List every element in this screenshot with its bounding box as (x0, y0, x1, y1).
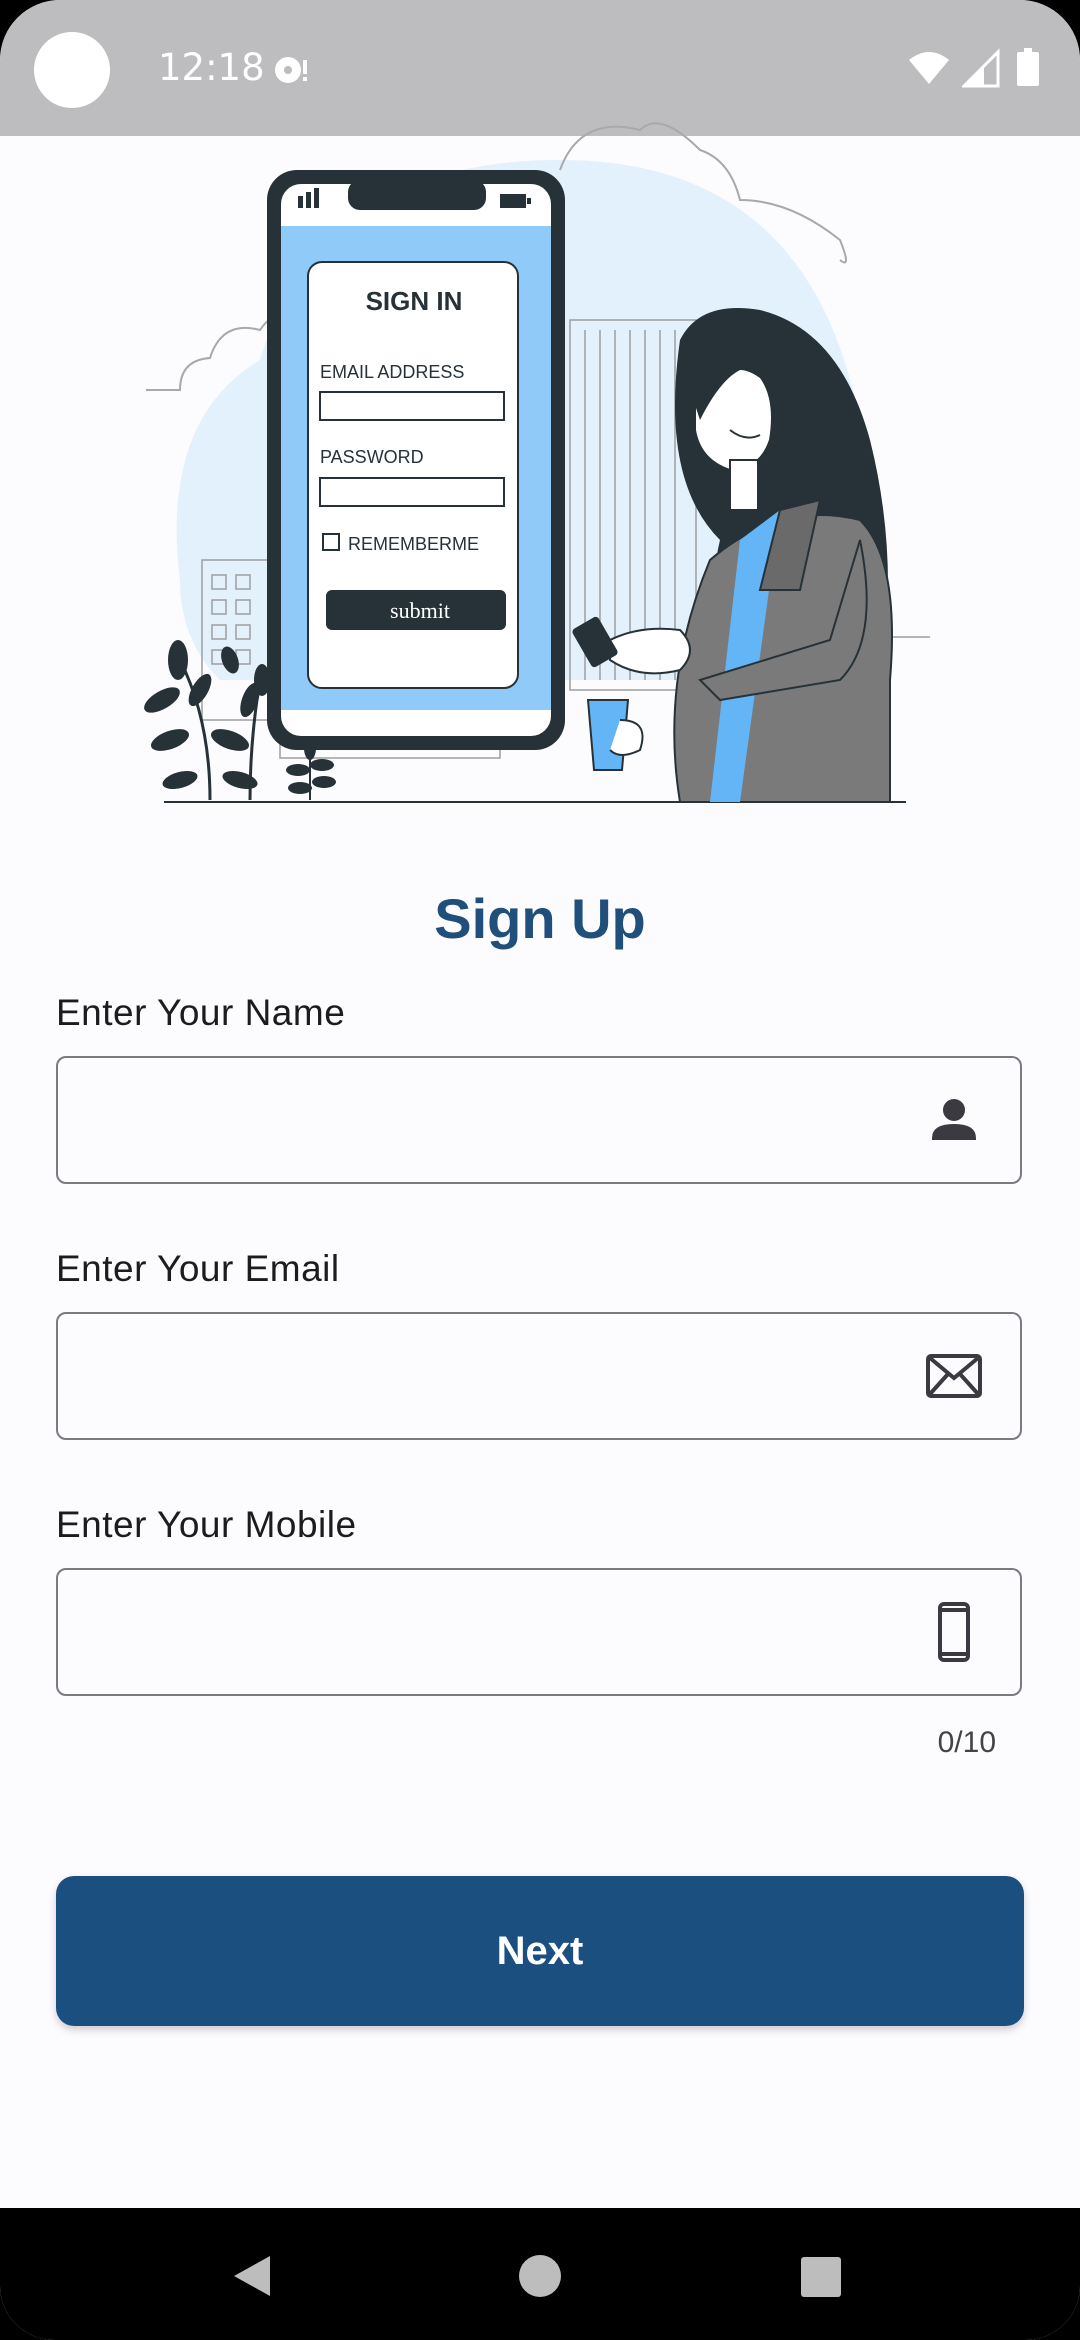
next-button[interactable]: Next (56, 1876, 1024, 2026)
illustration-email-label: EMAIL ADDRESS (320, 362, 464, 382)
cell-signal-icon (959, 48, 1000, 88)
battery-icon (1017, 48, 1039, 86)
status-icons (907, 48, 1040, 88)
person-icon (932, 1099, 976, 1140)
illustration-form-title: SIGN IN (366, 286, 463, 316)
page-title: Sign Up (434, 887, 646, 950)
mobile-field[interactable] (56, 1568, 1022, 1696)
envelope-icon (926, 1354, 982, 1398)
navigation-bar (0, 2208, 1080, 2340)
mobile-char-counter: 0/10 (937, 1726, 996, 1759)
status-bar: 12:18 (0, 0, 1080, 136)
status-time: 12:18 (158, 46, 265, 89)
camera-cutout (34, 32, 110, 108)
smartphone-icon (938, 1602, 970, 1662)
name-field[interactable] (56, 1056, 1022, 1184)
mobile-label: Enter Your Mobile (56, 1504, 357, 1545)
phone-illustration: SIGN IN EMAIL ADDRESS PASSWORD REMEMBERM… (267, 170, 565, 750)
email-field[interactable] (56, 1312, 1022, 1440)
signin-illustration: SIGN IN EMAIL ADDRESS PASSWORD REMEMBERM… (144, 122, 930, 803)
illustration-remember-label: REMEMBERME (348, 534, 479, 554)
home-icon[interactable] (518, 2254, 562, 2298)
back-icon[interactable] (230, 2254, 274, 2298)
name-label: Enter Your Name (56, 992, 346, 1033)
illustration-password-label: PASSWORD (320, 447, 424, 467)
media-icon (275, 57, 307, 83)
email-label: Enter Your Email (56, 1248, 340, 1289)
illustration-submit-label: submit (390, 598, 450, 623)
recents-icon[interactable] (800, 2256, 842, 2298)
screen: 12:18 SIGN IN EMAIL ADDRESS PASSWORD REM… (0, 0, 1080, 2340)
wifi-icon (909, 52, 950, 84)
